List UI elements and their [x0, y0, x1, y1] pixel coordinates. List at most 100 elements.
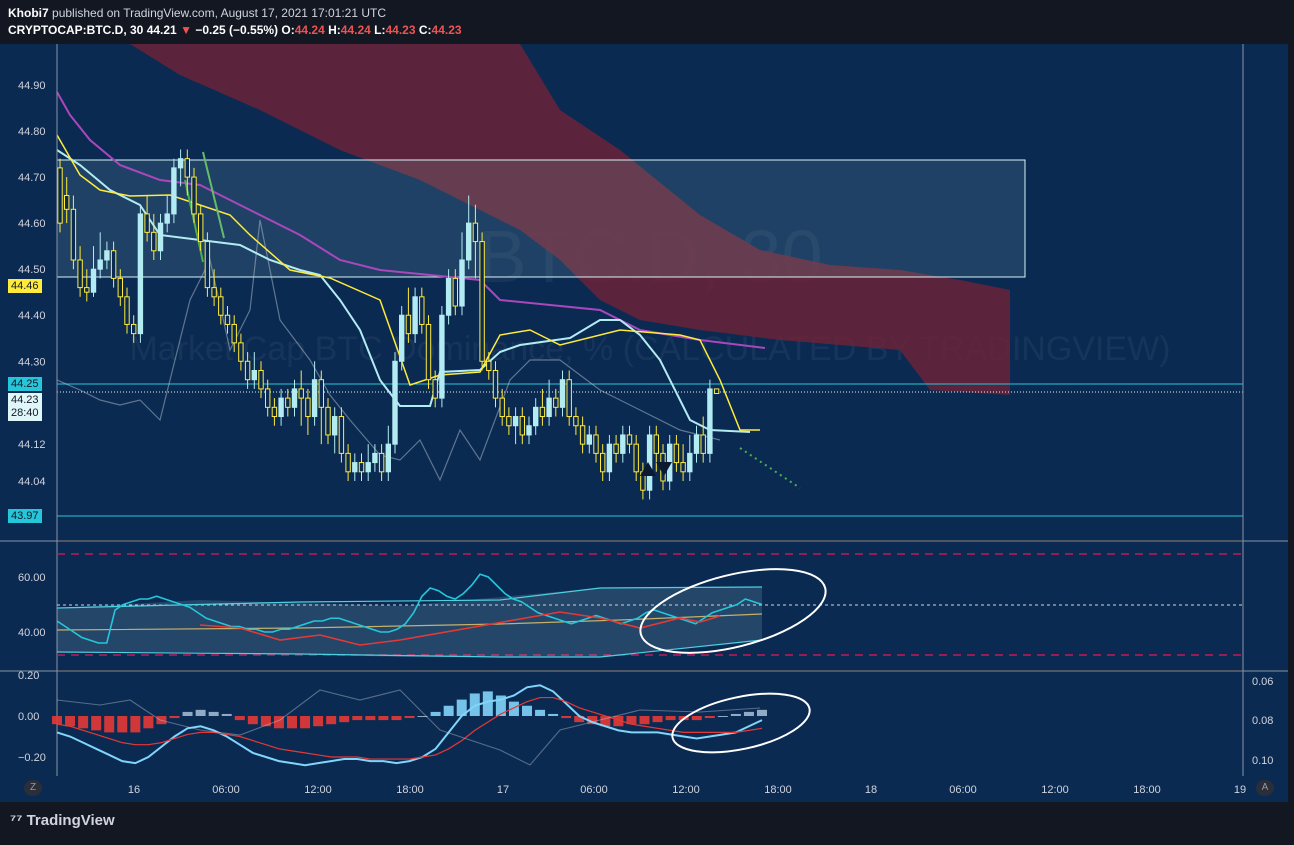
- rsi-axis-label: 60.00: [18, 572, 46, 584]
- tradingview-logo[interactable]: ⁷⁷ TradingView: [10, 812, 115, 829]
- rsi-axis-label: 40.00: [18, 627, 46, 639]
- candle-body: [459, 259, 465, 307]
- macd-histogram-bar: [91, 716, 102, 731]
- auto-scale-button[interactable]: A: [1256, 780, 1274, 796]
- symbol-label[interactable]: CRYPTOCAP:BTC.D, 30: [8, 23, 143, 37]
- price-label-44-25: 44.25: [8, 377, 42, 391]
- macd-axis-label: 0.00: [18, 711, 39, 723]
- candle-body: [157, 222, 164, 252]
- candle-body: [318, 379, 325, 408]
- candle-body: [198, 213, 204, 243]
- candle-body: [707, 388, 713, 454]
- candle-body: [492, 369, 499, 399]
- candle-body: [680, 462, 686, 473]
- candle-body: [285, 397, 291, 408]
- macd-histogram-bar: [391, 716, 402, 721]
- macd-histogram-bar: [548, 713, 559, 716]
- candle-body: [700, 434, 706, 454]
- macd-histogram-bar: [326, 716, 337, 725]
- candle-body: [620, 434, 626, 454]
- candle-body: [97, 259, 103, 270]
- macd-histogram-bar: [652, 716, 663, 723]
- time-axis-label: 18:00: [396, 784, 424, 796]
- macd-histogram-bar: [443, 705, 454, 716]
- candle-body: [512, 416, 519, 427]
- macd-right-axis-label: 0.08: [1252, 715, 1273, 727]
- candle-body: [204, 241, 211, 289]
- macd-histogram-bar: [300, 716, 311, 729]
- candle-body: [345, 452, 351, 473]
- candle-body: [392, 360, 398, 445]
- macd-histogram-bar: [535, 709, 546, 716]
- last-price-value: 44.23: [11, 394, 39, 406]
- time-axis-label: 12:00: [1041, 784, 1069, 796]
- candle-body: [332, 416, 338, 436]
- time-axis-label: 12:00: [672, 784, 700, 796]
- candle-body: [70, 208, 77, 261]
- macd-histogram-bar: [143, 716, 154, 729]
- candle-body: [445, 277, 452, 316]
- candle-body: [593, 434, 599, 454]
- bar-countdown: 28:40: [11, 407, 39, 419]
- candle-body: [184, 158, 191, 178]
- candle-body: [633, 443, 639, 473]
- time-axis-label: 16: [128, 784, 140, 796]
- close-label: C:: [418, 23, 432, 37]
- price-axis-label: 44.12: [18, 439, 46, 451]
- author-name[interactable]: Khobi7: [8, 6, 49, 20]
- macd-right-axis-label: 0.10: [1252, 755, 1273, 767]
- macd-histogram-bar: [757, 709, 767, 716]
- candle-body: [311, 379, 318, 418]
- last-price-label: 44.23 28:40: [8, 393, 42, 421]
- macd-axis-label: 0.20: [18, 670, 39, 682]
- candle-body: [251, 369, 258, 381]
- candle-body: [171, 167, 177, 215]
- candle-body: [151, 231, 157, 252]
- macd-histogram-bar: [717, 716, 728, 717]
- candle-body: [613, 443, 619, 454]
- time-axis-label: 18: [865, 784, 877, 796]
- candle-body: [472, 222, 479, 243]
- chart-area[interactable]: BTC.D, 30Market Cap BTC Dominance, % (CA…: [0, 0, 1294, 840]
- candle-body: [144, 213, 150, 233]
- candle-body: [519, 416, 525, 436]
- candle-body: [177, 158, 184, 169]
- candle-body: [271, 406, 278, 418]
- time-axis-label: 06:00: [580, 784, 608, 796]
- macd-histogram-bar: [78, 716, 89, 729]
- publisher-line: Khobi7 published on TradingView.com, Aug…: [8, 6, 386, 20]
- candle-body: [600, 452, 606, 473]
- zoom-button[interactable]: Z: [24, 780, 42, 796]
- macd-histogram-bar: [117, 716, 128, 733]
- time-axis-label: 17: [497, 784, 509, 796]
- candle-body: [191, 176, 197, 215]
- macd-histogram-bar: [169, 716, 180, 719]
- tradingview-logo-icon: ⁷⁷: [10, 812, 23, 829]
- macd-histogram-bar: [130, 716, 141, 733]
- macd-histogram-bar: [730, 713, 741, 716]
- candle-body: [278, 397, 284, 418]
- candle-body: [579, 425, 586, 445]
- high-value: 44.24: [340, 23, 371, 37]
- candle-body: [77, 259, 83, 289]
- candle-body: [325, 406, 331, 436]
- macd-histogram-bar: [247, 716, 258, 725]
- macd-histogram-bar: [234, 716, 245, 721]
- candle-body: [238, 342, 244, 362]
- price-axis-label: 44.80: [18, 126, 46, 138]
- candle-body: [653, 434, 659, 454]
- candle-body: [265, 388, 271, 408]
- macd-histogram-bar: [65, 716, 76, 727]
- macd-histogram-bar: [104, 716, 115, 733]
- published-text: published on TradingView.com, August 17,…: [52, 6, 387, 20]
- candle-body: [405, 314, 412, 335]
- close-value: 44.23: [431, 23, 462, 37]
- change-value: −0.25 (−0.55%): [195, 23, 279, 37]
- candle-body: [673, 443, 680, 464]
- tradingview-chart[interactable]: BTC.D, 30Market Cap BTC Dominance, % (CA…: [0, 0, 1294, 840]
- candle-body: [137, 213, 144, 335]
- candle-body: [378, 452, 385, 473]
- candle-body: [432, 379, 438, 399]
- candle-body: [131, 323, 137, 335]
- price-label-44-46: 44.46: [8, 279, 42, 293]
